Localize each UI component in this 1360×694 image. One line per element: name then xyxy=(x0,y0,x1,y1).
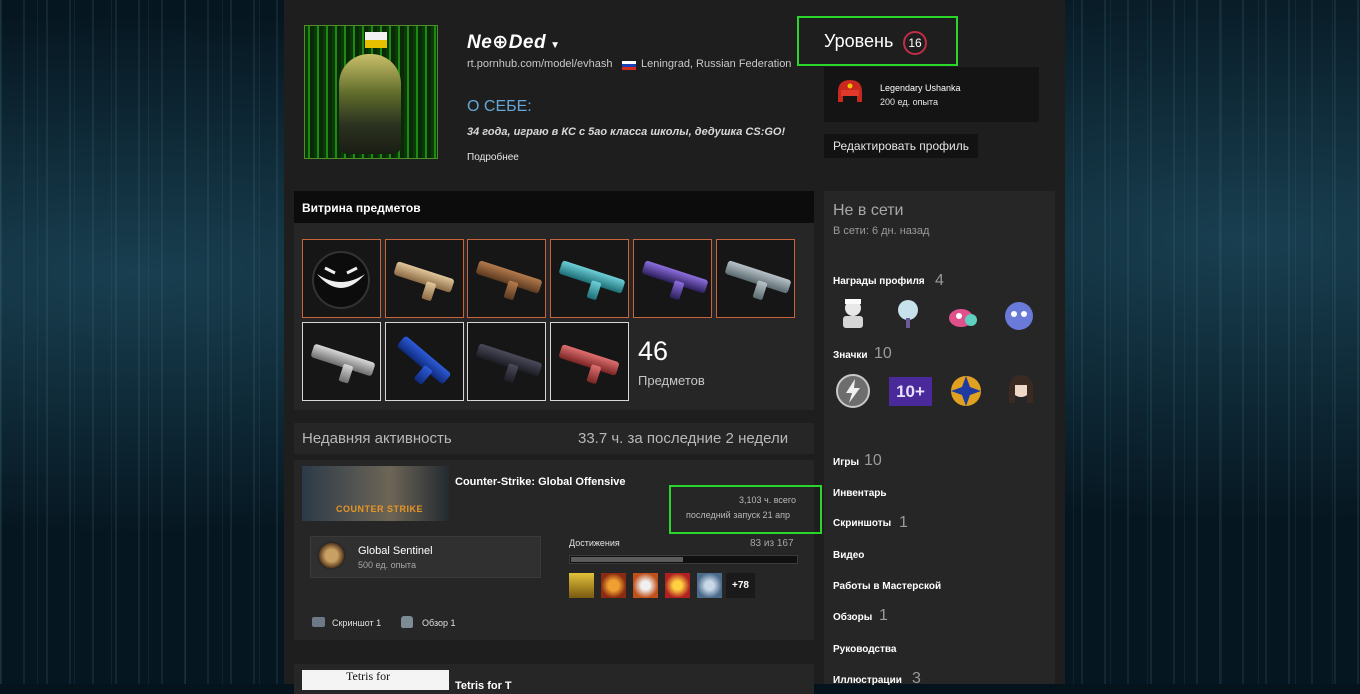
rifle-icon xyxy=(475,343,543,377)
sidebar-inventory-label[interactable]: Инвентарь xyxy=(833,488,887,499)
level-label: Уровень xyxy=(824,31,894,51)
bust-award-icon[interactable] xyxy=(835,296,871,332)
tiger-award-icon[interactable] xyxy=(1001,298,1037,334)
achievement-icon-100[interactable] xyxy=(569,573,594,598)
sidebar-screenshots-label[interactable]: Скриншоты xyxy=(833,518,891,529)
lightning-badge-icon[interactable] xyxy=(835,373,871,409)
shotgun-icon xyxy=(475,260,543,294)
showcase-item-pistol-red[interactable] xyxy=(550,322,629,401)
edit-profile-button[interactable]: Редактировать профиль xyxy=(824,134,978,158)
tetris-capsule-text: Tetris for xyxy=(346,669,391,683)
smg-icon xyxy=(396,335,452,385)
achievements-label[interactable]: Достижения xyxy=(569,538,620,548)
music-kit-icon xyxy=(312,251,370,309)
ushanka-icon xyxy=(838,80,862,102)
rifle-icon xyxy=(641,260,709,294)
rank-xp: 500 ед. опыта xyxy=(358,560,416,570)
recent-activity-title: Недавняя активность xyxy=(302,430,452,447)
about-text: 34 года, играю в КС с 5ао класса школы, … xyxy=(467,126,786,138)
showcase-title: Витрина предметов xyxy=(302,201,421,215)
russia-flag-icon xyxy=(622,61,636,70)
achievements-progress-fill xyxy=(571,557,683,562)
years-service-badge-icon[interactable]: 10+ xyxy=(889,377,932,406)
avatar-flag-graphic xyxy=(365,32,387,48)
tree-award-icon[interactable] xyxy=(890,296,926,332)
sidebar-games-label[interactable]: Игры xyxy=(833,457,859,468)
sidebar-awards-label[interactable]: Награды профиля xyxy=(833,276,925,287)
showcase-item-shotgun[interactable] xyxy=(467,239,546,318)
sidebar-awards-count: 4 xyxy=(935,272,944,289)
rank-badge-icon xyxy=(317,541,346,570)
achievement-icon-bomb[interactable] xyxy=(601,573,626,598)
pistol-icon xyxy=(558,344,620,376)
sidebar-artwork-label[interactable]: Иллюстрации xyxy=(833,675,902,686)
achievement-icon-skull[interactable] xyxy=(633,573,658,598)
achievement-icon-medal[interactable] xyxy=(697,573,722,598)
showcase-item-smg-blue[interactable] xyxy=(385,322,464,401)
showcase-item-rifle-gray[interactable] xyxy=(716,239,795,318)
sidebar-badges-label[interactable]: Значки xyxy=(833,350,868,361)
sidebar-videos-label[interactable]: Видео xyxy=(833,550,864,561)
screenshot-link[interactable]: Скриншот 1 xyxy=(332,618,381,628)
profile-name[interactable]: Ne⊕Ded ▼ xyxy=(467,31,561,54)
sidebar-reviews-count: 1 xyxy=(879,607,888,624)
more-link[interactable]: Подробнее xyxy=(467,152,519,163)
sidebar-games-count: 10 xyxy=(864,452,882,469)
showcase-item-music-kit[interactable] xyxy=(302,239,381,318)
shotgun-icon xyxy=(558,260,626,294)
level-number[interactable]: 16 xyxy=(903,31,927,55)
camera-icon xyxy=(312,617,325,627)
sidebar-artwork-count: 3 xyxy=(912,670,921,687)
recent-activity-hours: 33.7 ч. за последние 2 недели xyxy=(578,430,789,447)
bird-award-icon[interactable] xyxy=(945,300,981,336)
showcase-item-rifle-dark[interactable] xyxy=(467,322,546,401)
game-last-played: последний запуск 21 апр xyxy=(686,510,790,520)
sidebar-screenshots-count: 1 xyxy=(899,514,908,531)
achievements-progress-bar xyxy=(569,555,798,564)
profile-sidebar xyxy=(824,191,1055,684)
sidebar-reviews-label[interactable]: Обзоры xyxy=(833,612,872,623)
thumbs-up-icon xyxy=(401,616,413,628)
about-heading: О СЕБЕ: xyxy=(467,98,532,115)
profile-avatar[interactable] xyxy=(304,25,438,159)
review-link[interactable]: Обзор 1 xyxy=(422,618,456,628)
star-badge-icon[interactable] xyxy=(948,373,984,409)
showcase-count-label: Предметов xyxy=(638,373,705,388)
achievements-count: 83 из 167 xyxy=(750,538,794,549)
game-hours-total: 3,103 ч. всего xyxy=(739,495,796,505)
showcase-item-shotgun-teal[interactable] xyxy=(550,239,629,318)
character-badge-icon[interactable] xyxy=(1003,373,1039,409)
showcase-item-rifle-purple[interactable] xyxy=(633,239,712,318)
sidebar-workshop-label[interactable]: Работы в Мастерской xyxy=(833,581,941,592)
sidebar-guides-label[interactable]: Руководства xyxy=(833,644,896,655)
sidebar-badges-count: 10 xyxy=(874,345,892,362)
game-title[interactable]: Counter-Strike: Global Offensive xyxy=(455,476,626,488)
showcase-count: 46 xyxy=(638,336,669,366)
game-title[interactable]: Tetris for T xyxy=(455,680,512,692)
rifle-icon xyxy=(724,260,792,294)
badge-name: Legendary Ushanka xyxy=(880,83,961,93)
rank-name: Global Sentinel xyxy=(358,545,433,557)
last-online: В сети: 6 дн. назад xyxy=(833,225,930,237)
avatar-figure-graphic xyxy=(339,54,401,154)
chevron-down-icon[interactable]: ▼ xyxy=(550,40,560,51)
profile-page: Ne⊕Ded ▼ rt.pornhub.com/model/evhash Leni… xyxy=(284,0,1065,694)
rifle-icon xyxy=(310,343,376,377)
achievements-more-button[interactable]: +78 xyxy=(726,573,755,598)
profile-real-name: rt.pornhub.com/model/evhash xyxy=(467,58,613,70)
badge-xp: 200 ед. опыта xyxy=(880,97,938,107)
showcase-item-deagle[interactable] xyxy=(385,239,464,318)
profile-location: Leningrad, Russian Federation xyxy=(641,58,792,70)
online-status: Не в сети xyxy=(833,202,904,219)
csgo-logo-text: COUNTER STRIKE xyxy=(336,504,424,514)
pistol-icon xyxy=(393,261,455,293)
achievement-icon-explosion[interactable] xyxy=(665,573,690,598)
showcase-item-famas[interactable] xyxy=(302,322,381,401)
